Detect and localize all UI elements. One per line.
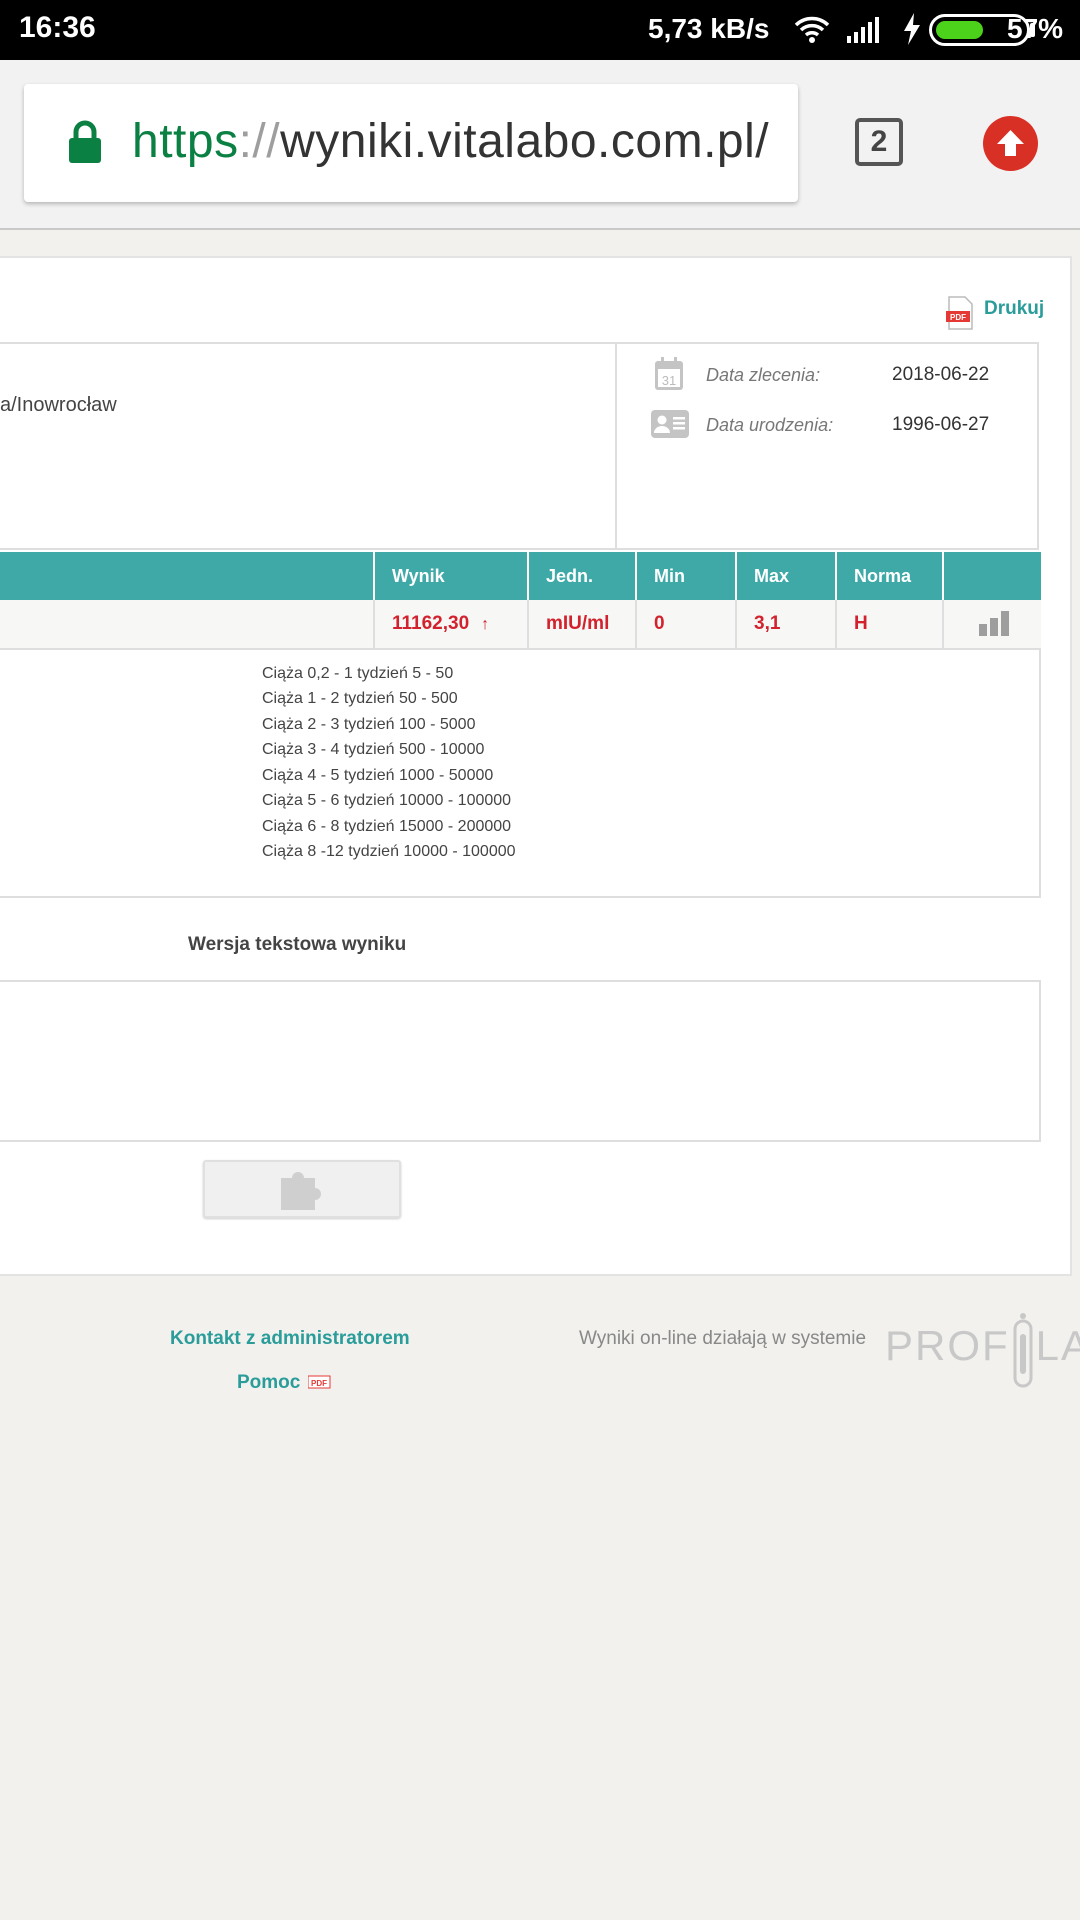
norm-line: Ciąża 5 - 6 tydzień 10000 - 100000 — [262, 792, 512, 809]
order-date-label: Data zlecenia: — [706, 365, 821, 385]
url-separator: :// — [238, 115, 281, 168]
address-bar[interactable]: https://wyniki.vitalabo.com.pl/ — [24, 84, 798, 202]
arrow-up-icon — [997, 130, 1024, 156]
pdf-icon[interactable]: PDF — [308, 1373, 332, 1391]
status-bar: 16:36 5,73 kB/s 57% — [0, 0, 1080, 60]
status-time: 16:36 — [19, 11, 96, 44]
order-date-value: 2018-06-22 — [892, 364, 990, 385]
svg-text:PDF: PDF — [950, 313, 966, 322]
url-host: wyniki.vitalabo.com.pl/ — [280, 115, 770, 168]
results-table-header: Wynik Jedn. Min Max Norma — [0, 552, 1041, 600]
norm-line: Ciąża 2 - 3 tydzień 100 - 5000 — [262, 716, 476, 733]
pdf-icon[interactable]: PDF — [946, 296, 974, 330]
header-norm: Norma — [835, 552, 942, 600]
norm-line: Ciąża 6 - 8 tydzień 15000 - 200000 — [262, 818, 512, 835]
header-max: Max — [735, 552, 835, 600]
brand-left: PROF — [885, 1322, 1010, 1369]
test-tube-icon — [1013, 1313, 1033, 1388]
result-value: 11162,30 — [392, 613, 470, 634]
info-divider — [615, 344, 617, 548]
text-version-title: Wersja tekstowa wyniku — [188, 934, 407, 955]
cell-norm: H — [835, 600, 942, 648]
header-chart — [942, 552, 1041, 600]
battery-fill — [936, 21, 983, 39]
print-link[interactable]: Drukuj — [984, 298, 1044, 320]
patient-location: a/Inowrocław — [0, 394, 117, 416]
table-row: 11162,30 ↑ mIU/ml 0 3,1 H — [0, 600, 1041, 650]
id-card-icon — [651, 410, 689, 438]
norm-line: Ciąża 1 - 2 tydzień 50 - 500 — [262, 690, 458, 707]
plugin-placeholder[interactable] — [203, 1160, 401, 1218]
proflab-logo: PROF LAB — [885, 1312, 1080, 1388]
signal-icon — [847, 17, 879, 43]
norm-line: Ciąża 3 - 4 tydzień 500 - 10000 — [262, 741, 485, 758]
header-test-name — [0, 552, 373, 600]
cell-min: 0 — [635, 600, 735, 648]
header-result: Wynik — [373, 552, 527, 600]
arrow-up-icon: ↑ — [481, 616, 490, 633]
norm-line: Ciąża 8 -12 tydzień 10000 - 100000 — [262, 843, 516, 860]
update-button[interactable] — [983, 116, 1038, 171]
system-info-text: Wyniki on-line działają w systemie — [579, 1328, 867, 1349]
cell-result: 11162,30 ↑ — [373, 600, 527, 648]
puzzle-icon — [281, 1172, 321, 1210]
patient-info-box: a/Inowrocław 31 Data zlecenia: 2018-06-2… — [0, 342, 1039, 550]
cell-test-name — [0, 600, 373, 648]
text-version-box — [0, 980, 1041, 1142]
cell-max: 3,1 — [735, 600, 835, 648]
results-card: PDF Drukuj a/Inowrocław 31 Data zlecenia… — [0, 256, 1072, 1276]
lock-icon — [69, 120, 101, 163]
url-scheme: https — [132, 115, 239, 168]
url-text[interactable]: https://wyniki.vitalabo.com.pl/ — [132, 114, 769, 169]
svg-text:PDF: PDF — [311, 1379, 327, 1388]
cell-chart[interactable] — [942, 600, 1041, 648]
network-speed: 5,73 kB/s — [648, 13, 770, 44]
browser-toolbar: https://wyniki.vitalabo.com.pl/ 2 — [0, 60, 1080, 230]
charging-icon — [904, 13, 920, 45]
calendar-icon: 31 — [655, 357, 683, 390]
norm-line: Ciąża 4 - 5 tydzień 1000 - 50000 — [262, 767, 494, 784]
header-unit: Jedn. — [527, 552, 635, 600]
reference-ranges: Ciąża 0,2 - 1 tydzień 5 - 50 Ciąża 1 - 2… — [0, 648, 1041, 898]
tab-switcher-button[interactable]: 2 — [855, 118, 903, 166]
battery-percent: 57% — [1007, 13, 1064, 44]
norm-line: Ciąża 0,2 - 1 tydzień 5 - 50 — [262, 665, 454, 682]
bar-chart-icon[interactable] — [978, 610, 1010, 636]
birth-date-value: 1996-06-27 — [892, 414, 990, 435]
brand-right: LAB — [1035, 1322, 1080, 1369]
svg-text:31: 31 — [662, 373, 676, 388]
header-min: Min — [635, 552, 735, 600]
wifi-icon — [794, 16, 830, 43]
help-link[interactable]: Pomoc — [237, 1372, 300, 1394]
birth-date-label: Data urodzenia: — [706, 415, 834, 435]
cell-unit: mIU/ml — [527, 600, 635, 648]
contact-admin-link[interactable]: Kontakt z administratorem — [170, 1328, 410, 1350]
